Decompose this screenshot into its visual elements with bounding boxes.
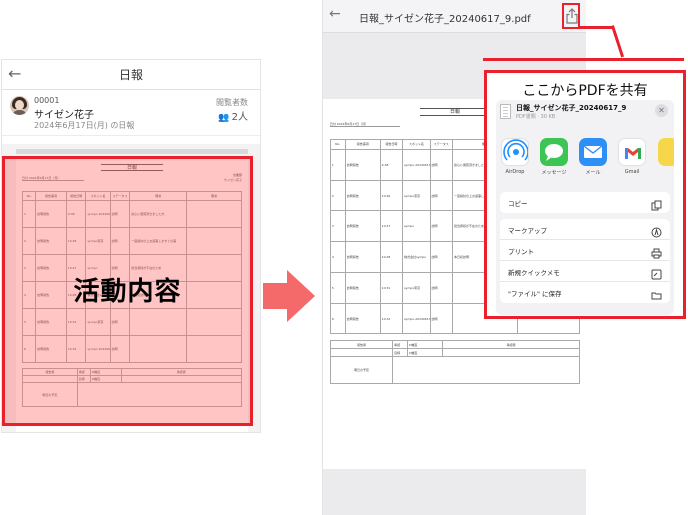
- activity-label: 活動内容: [73, 277, 182, 307]
- share-callout-label: ここからPDFを共有: [522, 83, 648, 99]
- share-action-markup[interactable]: マークアップ: [500, 219, 670, 240]
- share-file-meta: PDF書類 · 30 KB: [516, 114, 556, 120]
- share-sheet: 日報_サイゼン花子_20240617_9 PDF書類 · 30 KB ✕ Air…: [496, 100, 674, 315]
- share-button[interactable]: [562, 3, 580, 29]
- pdf-viewer-header: ← 日報_サイゼン花子_20240617_9.pdf: [323, 0, 586, 33]
- share-copy-group: コピー: [500, 192, 670, 213]
- share-file-info: 日報_サイゼン花子_20240617_9 PDF書類 · 30 KB ✕: [496, 100, 674, 125]
- airdrop-icon: [501, 138, 529, 166]
- report-approval-table: 報告者 承認 D橋直 承認者 目標 D橋直 明日の予定: [329, 340, 581, 385]
- back-arrow-icon[interactable]: ←: [329, 6, 341, 22]
- pdf-thumbnail: [500, 104, 511, 119]
- share-app-messages[interactable]: メッセージ: [539, 138, 569, 176]
- document-header-strip: [16, 149, 248, 154]
- report-column-header: 報告事項: [344, 138, 381, 151]
- folder-icon: [651, 286, 662, 300]
- share-app-gmail[interactable]: Gmail: [617, 138, 647, 175]
- arrow-right-icon-head: [287, 270, 315, 322]
- arrow-right-icon: [263, 283, 287, 309]
- report-column-header: 報告日時: [379, 138, 404, 151]
- copy-icon: [651, 196, 662, 211]
- report-column-header: ステータス: [429, 138, 453, 151]
- callout-connector: [579, 26, 613, 29]
- people-icon: 👥: [218, 113, 229, 123]
- printer-icon: [651, 244, 662, 259]
- report-date: 2024年6月17日(月) の日報: [34, 121, 135, 130]
- activity-highlight-overlay: 活動内容: [2, 156, 253, 426]
- report-user-info: 00001 サイゼン花子 2024年6月17日(月) の日報 閲覧者数 👥 2人: [2, 90, 260, 136]
- user-id: 00001: [34, 96, 60, 105]
- avatar: [10, 96, 29, 115]
- messages-icon: [540, 138, 568, 166]
- report-column-header: スポット名: [402, 138, 431, 151]
- left-app-header: ← 日報: [2, 60, 260, 90]
- left-page-title: 日報: [118, 68, 143, 82]
- viewers-label: 閲覧者数: [216, 98, 248, 107]
- share-action-copy[interactable]: コピー: [500, 192, 670, 213]
- quick-note-icon: [651, 265, 662, 280]
- share-action-save-files[interactable]: "ファイル" に保存: [500, 282, 670, 303]
- callout-connector: [483, 58, 684, 61]
- share-sheet-callout: ここからPDFを共有 日報_サイゼン花子_20240617_9 PDF書類 · …: [484, 70, 686, 319]
- gmail-icon: [618, 138, 646, 166]
- share-file-name: 日報_サイゼン花子_20240617_9: [516, 104, 627, 112]
- share-icon: [566, 8, 578, 24]
- share-app-airdrop[interactable]: AirDrop: [500, 138, 530, 175]
- report-date-field: 日付 2024年6月17日（月）: [329, 122, 400, 127]
- share-app-mail[interactable]: メール: [578, 138, 608, 176]
- pdf-title: 日報_サイゼン花子_20240617_9.pdf: [359, 14, 531, 25]
- viewers-count[interactable]: 👥 2人: [218, 108, 248, 123]
- callout-connector: [611, 25, 625, 58]
- share-app-more[interactable]: [658, 138, 674, 166]
- back-arrow-icon[interactable]: ←: [8, 64, 21, 83]
- pdf-page-margin-bottom: [323, 469, 586, 515]
- share-action-quick-note[interactable]: 新規クイックメモ: [500, 261, 670, 282]
- share-app-row: AirDrop メッセージ メール Gmail: [496, 138, 674, 186]
- report-column-header: No.: [329, 138, 346, 151]
- share-action-group: マークアップ プリント 新規クイックメモ "ファイル" に保存: [500, 219, 670, 303]
- report-title: 日報: [419, 108, 491, 117]
- app-icon: [658, 138, 674, 166]
- markup-icon: [651, 223, 662, 238]
- mail-icon: [579, 138, 607, 166]
- close-icon[interactable]: ✕: [655, 104, 668, 117]
- share-action-print[interactable]: プリント: [500, 240, 670, 261]
- user-name: サイゼン花子: [34, 110, 94, 121]
